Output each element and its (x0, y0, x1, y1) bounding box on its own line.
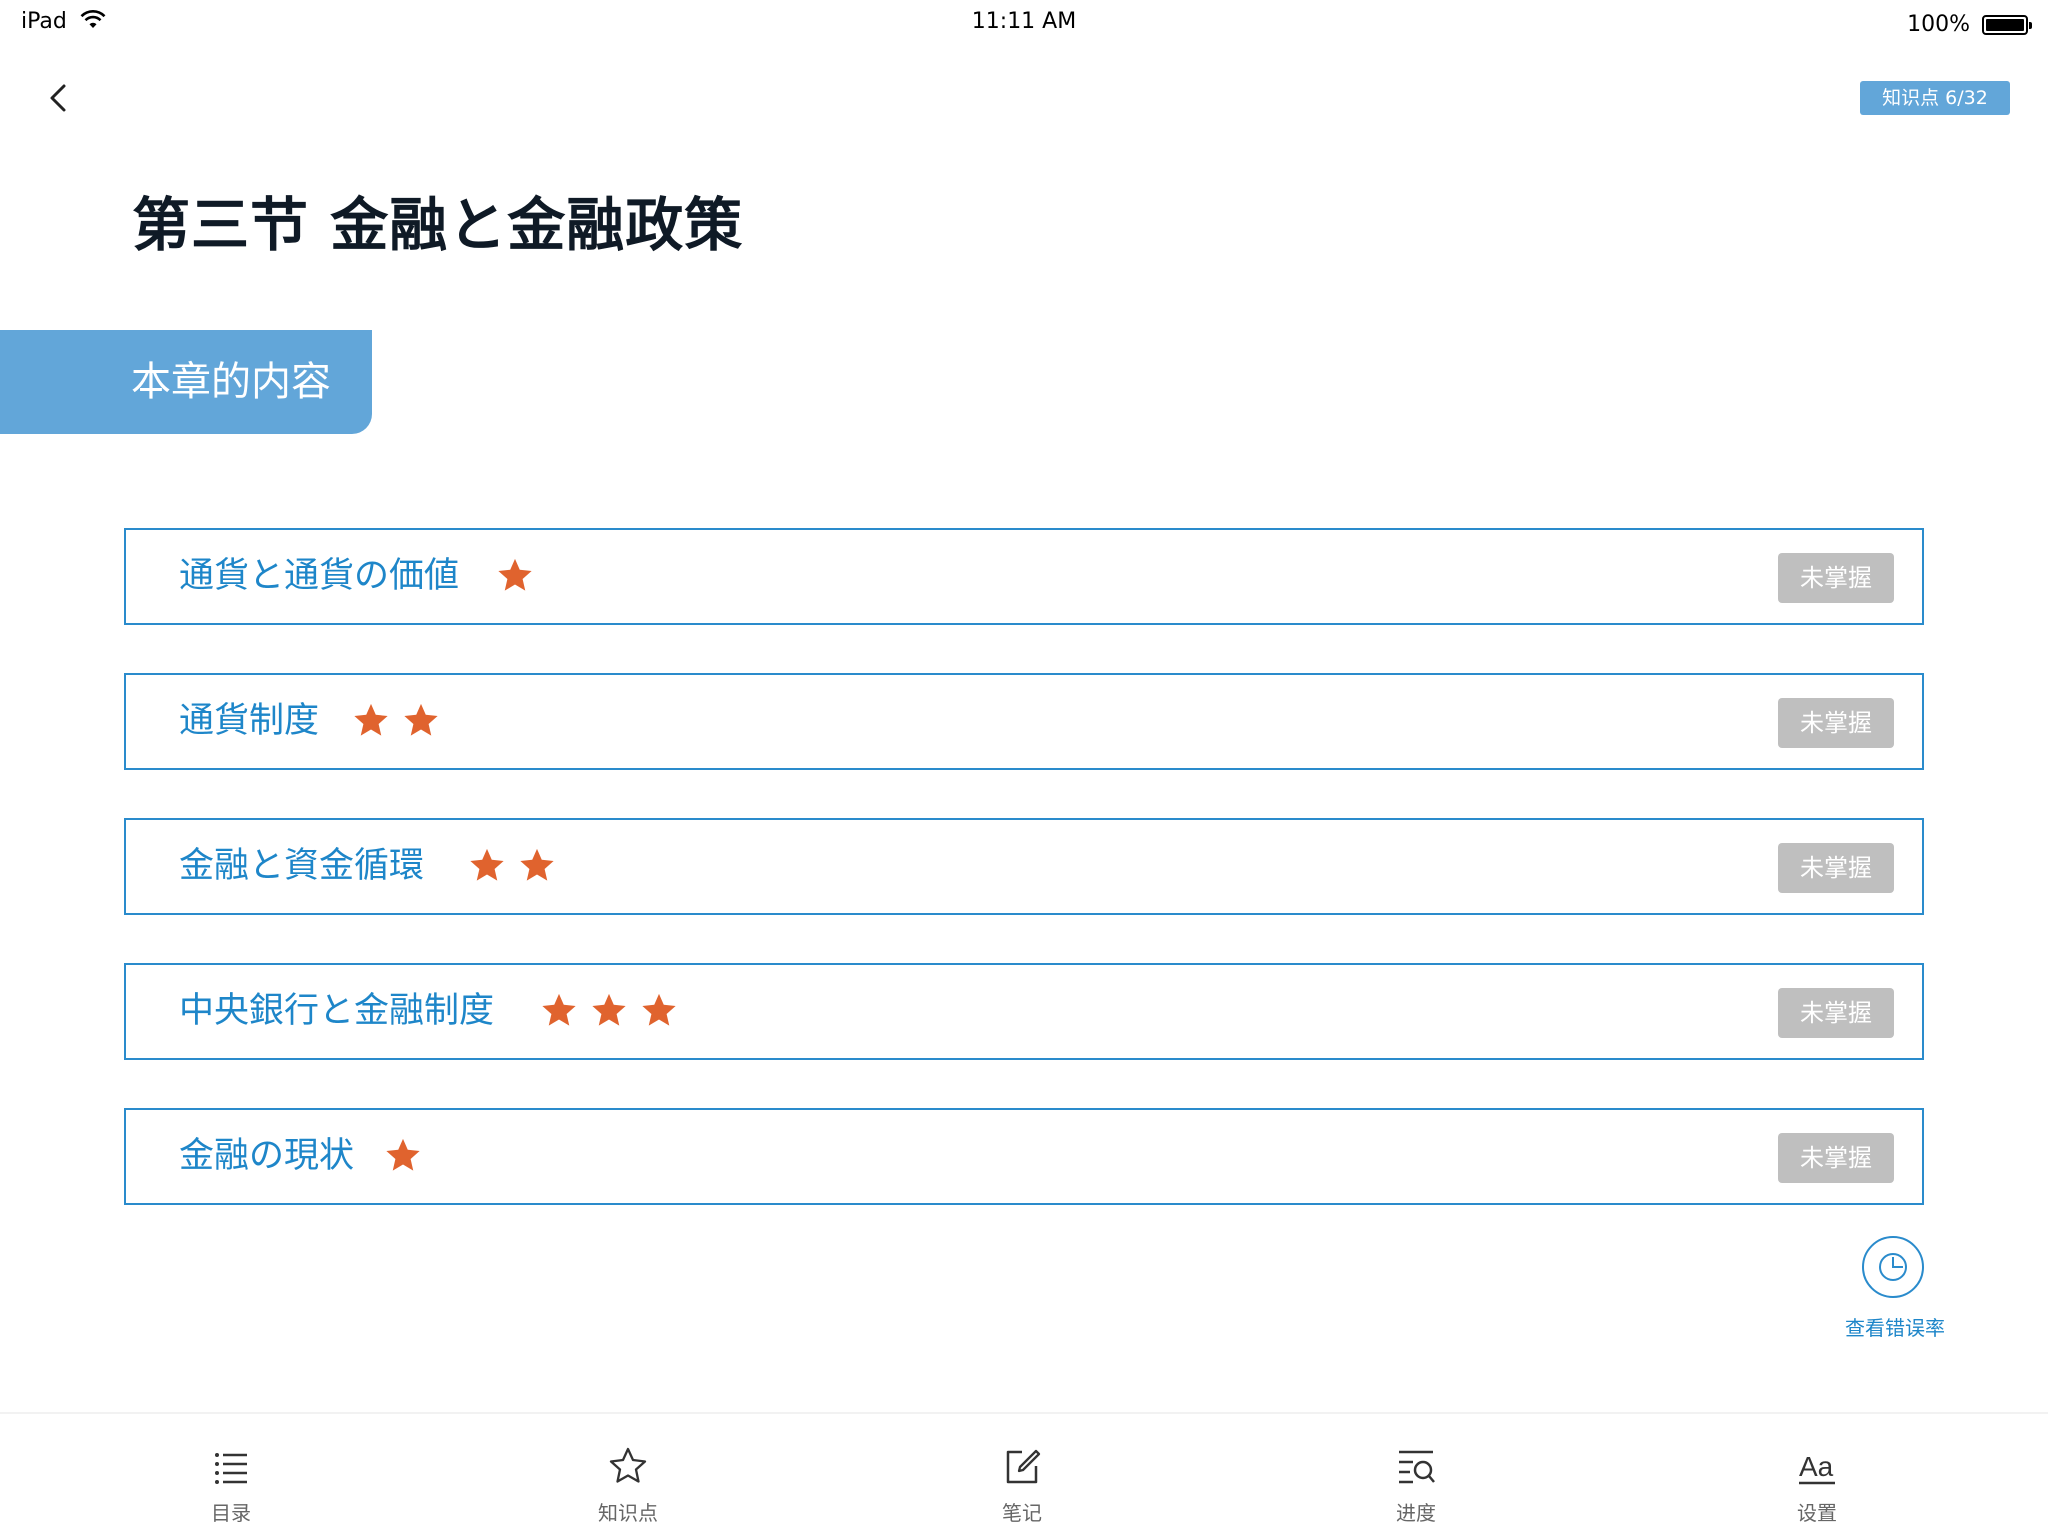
star-icon (520, 848, 554, 881)
knowledge-progress-badge: 知识点 6/32 (1860, 81, 2010, 115)
star-icon (404, 703, 438, 736)
svg-text:Aa: Aa (1799, 1451, 1834, 1482)
font-size-icon: Aa (1799, 1451, 1835, 1485)
difficulty-stars (468, 846, 556, 886)
star-icon (592, 993, 626, 1026)
status-bar: iPad 11:11 AM 100% (0, 0, 2048, 46)
tab-label: 设置 (1797, 1501, 1837, 1525)
progress-search-icon (1399, 1450, 1435, 1484)
difficulty-stars (540, 991, 678, 1031)
star-icon (470, 848, 504, 881)
battery-icon (1982, 15, 2032, 35)
bottom-tab-bar: 目录 知识点 笔记 进度 Aa 设置 (0, 1412, 2048, 1538)
star-icon (354, 703, 388, 736)
pie-chart-icon (1879, 1253, 1907, 1281)
topic-list: 通貨と通貨の価値 未掌握 通貨制度 未掌握 金融と資金循環 未掌握 中央銀行と金… (124, 528, 1924, 1253)
topic-label: 金融と資金循環 (179, 846, 425, 886)
tab-label: 知识点 (598, 1501, 658, 1525)
battery-percent: 100% (1907, 12, 1970, 37)
tab-catalog[interactable]: 目录 (161, 1414, 301, 1538)
page-title: 第三节 金融と金融政策 (132, 191, 744, 259)
tab-label: 笔记 (1002, 1501, 1042, 1525)
topic-label: 通貨制度 (179, 701, 320, 741)
tab-progress[interactable]: 进度 (1346, 1414, 1486, 1538)
error-rate-button[interactable] (1862, 1236, 1924, 1298)
star-outline-icon (609, 1447, 647, 1483)
section-tab: 本章的内容 (0, 330, 372, 434)
chevron-left-icon (50, 84, 66, 112)
topic-item[interactable]: 金融の現状 未掌握 (124, 1108, 1924, 1205)
star-icon (542, 993, 576, 1026)
topic-item[interactable]: 通貨と通貨の価値 未掌握 (124, 528, 1924, 625)
difficulty-stars (352, 701, 440, 741)
star-icon (498, 558, 532, 591)
star-icon (642, 993, 676, 1026)
status-badge: 未掌握 (1778, 698, 1894, 748)
topic-item[interactable]: 中央銀行と金融制度 未掌握 (124, 963, 1924, 1060)
status-badge: 未掌握 (1778, 1133, 1894, 1183)
tab-notes[interactable]: 笔记 (952, 1414, 1092, 1538)
topic-label: 中央銀行と金融制度 (179, 991, 495, 1031)
topic-label: 通貨と通貨の価値 (179, 556, 460, 596)
difficulty-stars (496, 556, 534, 596)
star-icon (386, 1138, 420, 1171)
tab-label: 目录 (211, 1501, 251, 1525)
topic-item[interactable]: 通貨制度 未掌握 (124, 673, 1924, 770)
topic-label: 金融の現状 (179, 1136, 355, 1176)
difficulty-stars (384, 1136, 422, 1176)
back-button[interactable] (40, 76, 80, 120)
edit-note-icon (1006, 1449, 1041, 1484)
clock: 11:11 AM (971, 9, 1077, 34)
status-badge: 未掌握 (1778, 988, 1894, 1038)
error-rate-label: 查看错误率 (1845, 1316, 1945, 1340)
status-badge: 未掌握 (1778, 843, 1894, 893)
status-badge: 未掌握 (1778, 553, 1894, 603)
tab-label: 进度 (1396, 1501, 1436, 1525)
list-icon (215, 1453, 247, 1484)
tab-knowledge[interactable]: 知识点 (558, 1414, 698, 1538)
tab-settings[interactable]: Aa 设置 (1747, 1414, 1887, 1538)
topic-item[interactable]: 金融と資金循環 未掌握 (124, 818, 1924, 915)
